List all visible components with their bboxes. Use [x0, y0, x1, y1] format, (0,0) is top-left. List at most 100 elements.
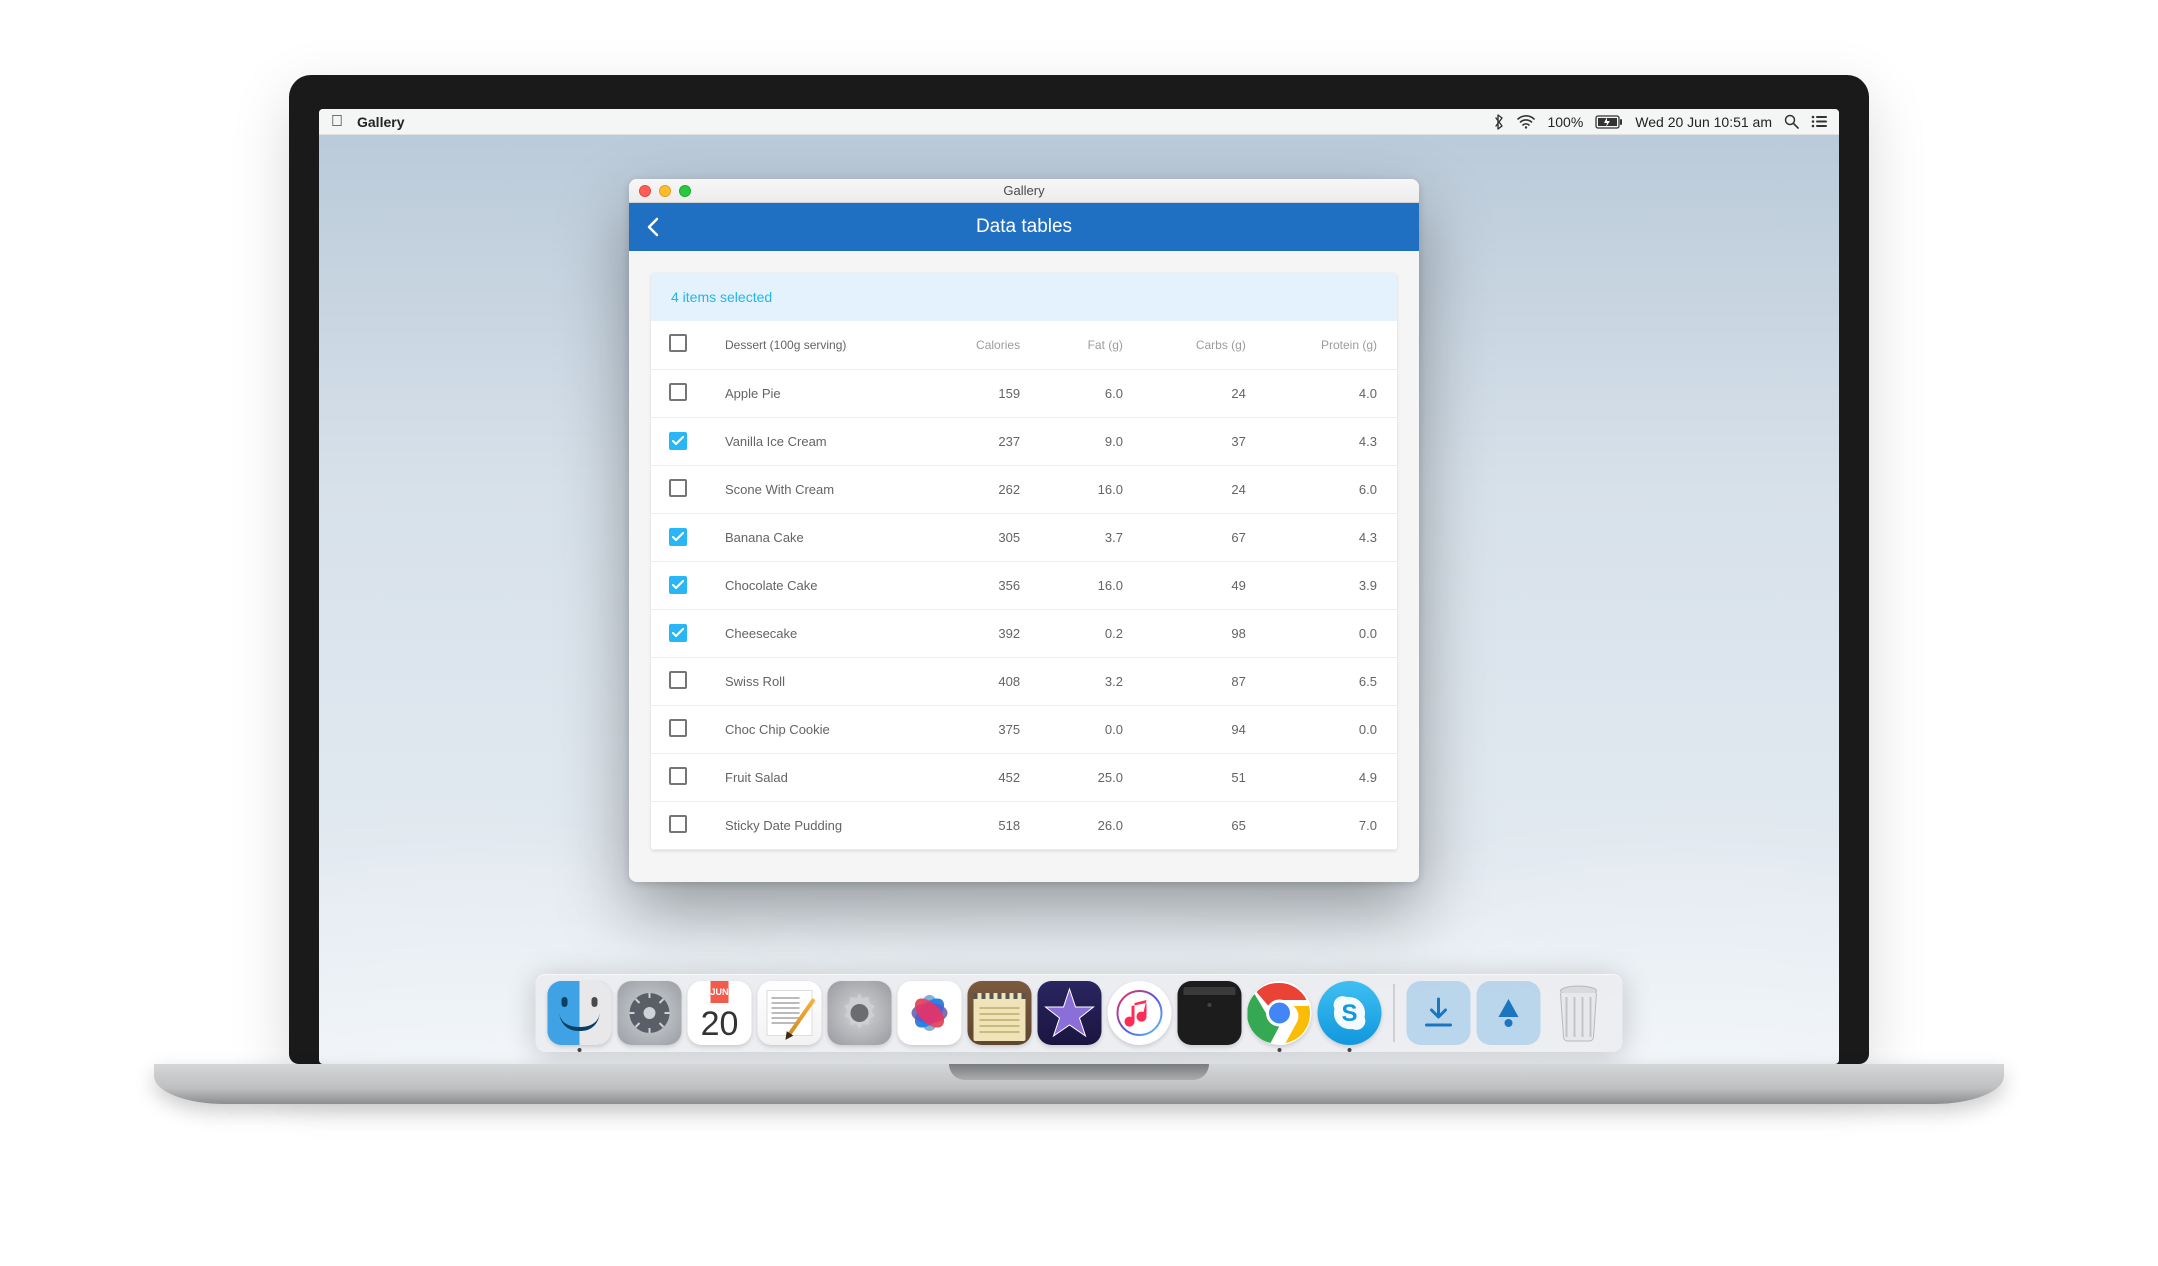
row-checkbox[interactable]	[669, 528, 687, 546]
table-row[interactable]: Swiss Roll4083.2876.5	[651, 657, 1397, 705]
cell-calories: 518	[925, 801, 1040, 849]
window-close-button[interactable]	[639, 185, 651, 197]
dock-calendar-icon[interactable]: JUN 20	[688, 981, 752, 1045]
screen-bezel:  Gallery 100% Wed 20 Jun 10:51 am	[289, 75, 1869, 1064]
cell-fat: 16.0	[1040, 561, 1143, 609]
table-row[interactable]: Cheesecake3920.2980.0	[651, 609, 1397, 657]
cell-carbs: 49	[1143, 561, 1266, 609]
spotlight-icon[interactable]	[1784, 114, 1799, 129]
table-row[interactable]: Chocolate Cake35616.0493.9	[651, 561, 1397, 609]
cell-fat: 0.2	[1040, 609, 1143, 657]
row-checkbox[interactable]	[669, 624, 687, 642]
cell-dessert: Chocolate Cake	[705, 561, 925, 609]
cell-protein: 4.0	[1266, 369, 1397, 417]
dock-applications-icon[interactable]	[1477, 981, 1541, 1045]
col-dessert[interactable]: Dessert (100g serving)	[705, 321, 925, 369]
dock-system-preferences-icon[interactable]	[828, 981, 892, 1045]
cell-protein: 4.3	[1266, 417, 1397, 465]
dock-launchpad-icon[interactable]	[618, 981, 682, 1045]
window-minimize-button[interactable]	[659, 185, 671, 197]
svg-text:S: S	[1341, 1000, 1357, 1027]
dock-notes-icon[interactable]	[968, 981, 1032, 1045]
col-protein[interactable]: Protein (g)	[1266, 321, 1397, 369]
cell-calories: 408	[925, 657, 1040, 705]
table-row[interactable]: Banana Cake3053.7674.3	[651, 513, 1397, 561]
battery-percent[interactable]: 100%	[1547, 114, 1583, 130]
cell-protein: 6.5	[1266, 657, 1397, 705]
table-row[interactable]: Apple Pie1596.0244.0	[651, 369, 1397, 417]
col-calories[interactable]: Calories	[925, 321, 1040, 369]
cell-carbs: 37	[1143, 417, 1266, 465]
cell-fat: 26.0	[1040, 801, 1143, 849]
cell-fat: 3.2	[1040, 657, 1143, 705]
dock-itunes-icon[interactable]	[1108, 981, 1172, 1045]
dock-photos-icon[interactable]	[898, 981, 962, 1045]
data-table-card: 4 items selected Dessert (100g serving) …	[651, 273, 1397, 850]
col-fat[interactable]: Fat (g)	[1040, 321, 1143, 369]
dock-skype-icon[interactable]: S	[1318, 981, 1382, 1045]
bluetooth-icon[interactable]	[1493, 114, 1505, 130]
row-checkbox[interactable]	[669, 671, 687, 689]
page-title: Data tables	[629, 216, 1419, 238]
menubar:  Gallery 100% Wed 20 Jun 10:51 am	[319, 109, 1839, 135]
cell-protein: 7.0	[1266, 801, 1397, 849]
table-row[interactable]: Choc Chip Cookie3750.0940.0	[651, 705, 1397, 753]
table-row[interactable]: Scone With Cream26216.0246.0	[651, 465, 1397, 513]
calendar-day: 20	[701, 1003, 739, 1045]
cell-calories: 159	[925, 369, 1040, 417]
select-all-checkbox[interactable]	[669, 334, 687, 352]
battery-icon[interactable]	[1595, 115, 1623, 129]
cell-fat: 6.0	[1040, 369, 1143, 417]
row-checkbox[interactable]	[669, 576, 687, 594]
cell-calories: 262	[925, 465, 1040, 513]
wifi-icon[interactable]	[1517, 115, 1535, 129]
cell-calories: 237	[925, 417, 1040, 465]
control-center-icon[interactable]	[1811, 115, 1827, 128]
menubar-datetime[interactable]: Wed 20 Jun 10:51 am	[1635, 114, 1772, 130]
table-row[interactable]: Vanilla Ice Cream2379.0374.3	[651, 417, 1397, 465]
chevron-left-icon	[646, 217, 660, 237]
data-table: Dessert (100g serving) Calories Fat (g) …	[651, 321, 1397, 850]
row-checkbox[interactable]	[669, 767, 687, 785]
row-checkbox[interactable]	[669, 719, 687, 737]
dock-terminal-icon[interactable]	[1178, 981, 1242, 1045]
dock-trash-icon[interactable]	[1547, 981, 1611, 1045]
dock-imovie-icon[interactable]	[1038, 981, 1102, 1045]
calendar-month: JUN	[710, 981, 728, 1003]
dock-downloads-icon[interactable]	[1407, 981, 1471, 1045]
col-carbs[interactable]: Carbs (g)	[1143, 321, 1266, 369]
cell-calories: 392	[925, 609, 1040, 657]
cell-fat: 3.7	[1040, 513, 1143, 561]
row-checkbox[interactable]	[669, 432, 687, 450]
cell-calories: 305	[925, 513, 1040, 561]
window-maximize-button[interactable]	[679, 185, 691, 197]
cell-fat: 16.0	[1040, 465, 1143, 513]
screen:  Gallery 100% Wed 20 Jun 10:51 am	[319, 109, 1839, 1064]
cell-dessert: Sticky Date Pudding	[705, 801, 925, 849]
row-checkbox[interactable]	[669, 383, 687, 401]
cell-protein: 0.0	[1266, 609, 1397, 657]
menubar-app-name[interactable]: Gallery	[357, 114, 404, 130]
window-titlebar[interactable]: Gallery	[629, 179, 1419, 203]
cell-fat: 0.0	[1040, 705, 1143, 753]
row-checkbox[interactable]	[669, 479, 687, 497]
laptop-base	[154, 1064, 2004, 1104]
dock-chrome-icon[interactable]	[1248, 981, 1312, 1045]
page-content: 4 items selected Dessert (100g serving) …	[629, 251, 1419, 882]
dock-finder-icon[interactable]	[548, 981, 612, 1045]
laptop-frame:  Gallery 100% Wed 20 Jun 10:51 am	[289, 75, 1869, 1104]
table-row[interactable]: Fruit Salad45225.0514.9	[651, 753, 1397, 801]
window-title: Gallery	[629, 183, 1419, 198]
cell-carbs: 51	[1143, 753, 1266, 801]
cell-protein: 4.9	[1266, 753, 1397, 801]
cell-carbs: 24	[1143, 369, 1266, 417]
app-toolbar: Data tables	[629, 203, 1419, 251]
table-row[interactable]: Sticky Date Pudding51826.0657.0	[651, 801, 1397, 849]
back-button[interactable]	[629, 203, 677, 251]
row-checkbox[interactable]	[669, 815, 687, 833]
cell-carbs: 24	[1143, 465, 1266, 513]
apple-menu-icon[interactable]: 	[331, 114, 343, 130]
dock-textedit-icon[interactable]	[758, 981, 822, 1045]
cell-dessert: Swiss Roll	[705, 657, 925, 705]
cell-dessert: Fruit Salad	[705, 753, 925, 801]
